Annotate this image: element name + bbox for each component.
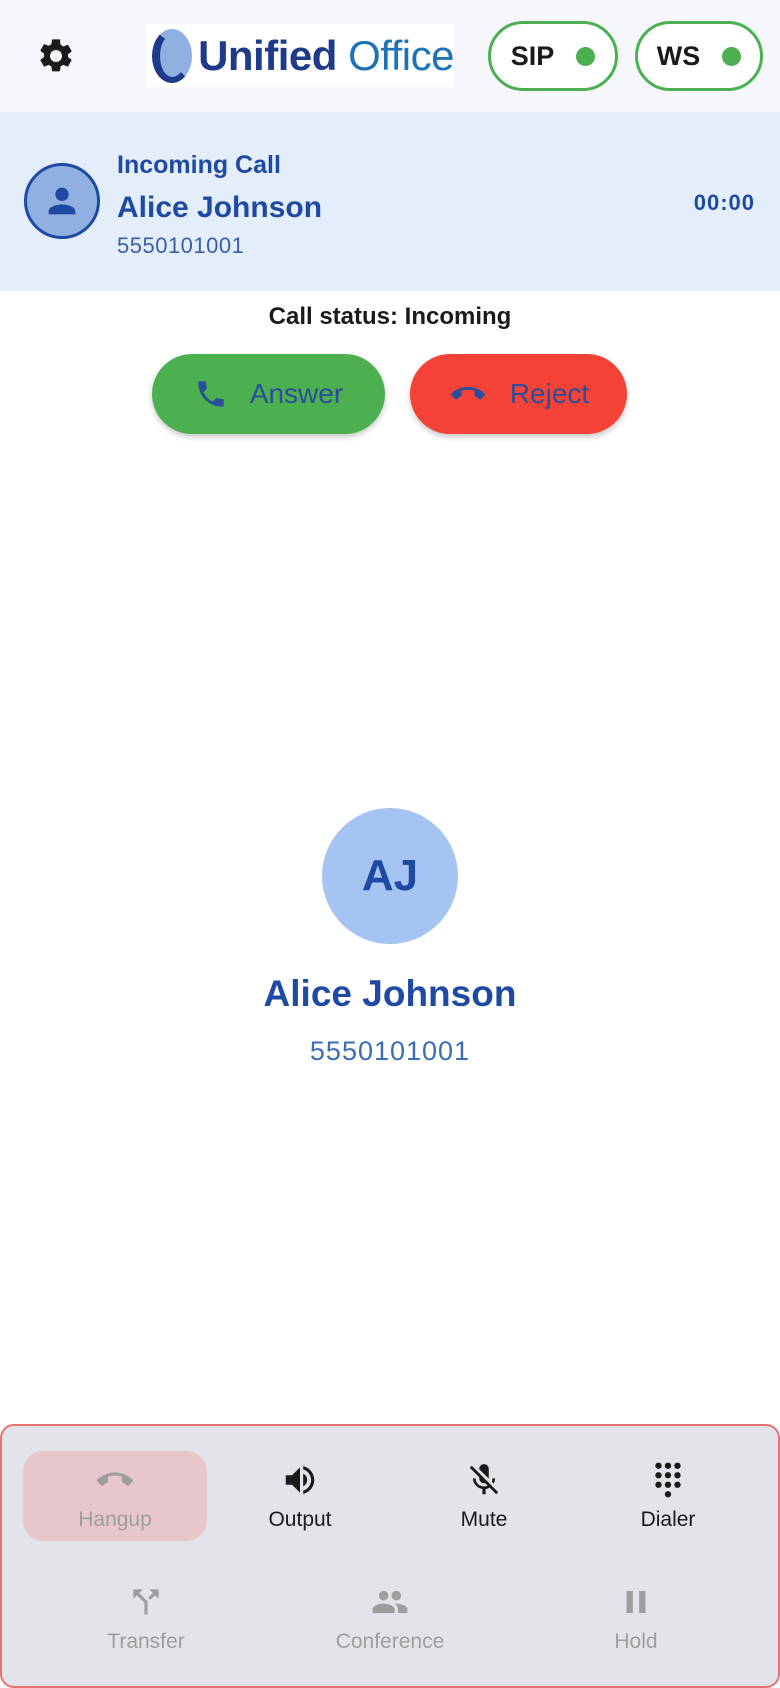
reject-button[interactable]: Reject <box>410 354 627 434</box>
conference-button[interactable]: Conference <box>268 1573 512 1663</box>
logo-text: Unified Office <box>198 32 454 80</box>
output-button[interactable]: Output <box>208 1451 392 1541</box>
phone-hangup-icon <box>450 386 485 400</box>
phone-hangup-icon <box>96 1472 133 1486</box>
person-icon <box>48 187 76 215</box>
hold-label: Hold <box>614 1630 658 1653</box>
gear-icon <box>40 39 72 72</box>
incoming-call-label: Incoming Call <box>117 151 281 179</box>
caller-initials: AJ <box>361 851 419 900</box>
answer-button[interactable]: Answer <box>152 354 385 434</box>
pause-icon <box>626 1590 646 1614</box>
incoming-caller-name: Alice Johnson <box>117 191 323 224</box>
transfer-button[interactable]: Transfer <box>24 1573 268 1663</box>
caller-name: Alice Johnson <box>263 973 517 1014</box>
incoming-call-banner: Incoming Call Alice Johnson 5550101001 0… <box>0 112 780 291</box>
incoming-caller-number: 5550101001 <box>117 233 245 258</box>
call-controls-panel: Hangup Output Mute Dialer Transfer Confe… <box>0 1424 780 1688</box>
ws-status-pill[interactable]: WS <box>635 21 763 91</box>
speaker-icon <box>285 1466 315 1494</box>
mute-button[interactable]: Mute <box>392 1451 576 1541</box>
settings-button[interactable] <box>33 33 79 79</box>
group-icon <box>372 1590 408 1614</box>
mic-off-icon <box>469 1464 499 1495</box>
ws-label: WS <box>656 40 701 71</box>
logo-word-office: Office <box>348 31 454 79</box>
caller-avatar-small <box>24 163 100 239</box>
sip-status-pill[interactable]: SIP <box>488 21 618 91</box>
mute-label: Mute <box>460 1508 508 1531</box>
transfer-label: Transfer <box>107 1630 185 1653</box>
conference-label: Conference <box>335 1630 445 1653</box>
logo-mark-icon <box>152 28 193 83</box>
call-timer: 00:00 <box>693 190 755 215</box>
phone-icon <box>198 381 224 407</box>
dialer-label: Dialer <box>640 1508 696 1531</box>
sip-label: SIP <box>510 40 555 71</box>
dialer-button[interactable]: Dialer <box>576 1451 760 1541</box>
brand-logo: Unified Office <box>146 24 454 87</box>
hangup-button[interactable]: Hangup <box>23 1451 207 1541</box>
caller-avatar: AJ <box>322 808 458 944</box>
answer-label: Answer <box>249 378 344 409</box>
output-label: Output <box>268 1508 332 1531</box>
ws-connected-indicator <box>722 46 742 66</box>
hold-button[interactable]: Hold <box>514 1573 758 1663</box>
hangup-label: Hangup <box>78 1508 152 1531</box>
dialpad-icon <box>655 1462 681 1498</box>
reject-label: Reject <box>509 378 590 409</box>
sip-connected-indicator <box>576 46 596 66</box>
call-status-text: Call status: Incoming <box>268 303 512 330</box>
app-header: Unified Office SIP WS <box>0 0 780 112</box>
logo-word-unified: Unified <box>198 31 337 79</box>
caller-number: 5550101001 <box>309 1036 471 1066</box>
transfer-icon <box>133 1589 159 1615</box>
